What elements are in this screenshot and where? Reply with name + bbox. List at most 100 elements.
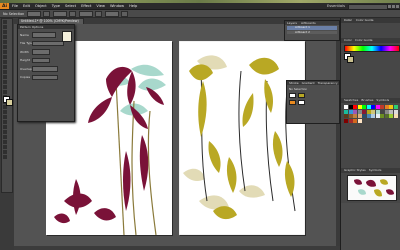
workspace-switcher[interactable]: Essentials — [327, 3, 345, 9]
stroke-weight-field[interactable] — [53, 10, 68, 17]
gradient-tool-icon[interactable] — [3, 115, 7, 119]
rectangle-tool-icon[interactable] — [3, 55, 7, 59]
color-swatch[interactable] — [357, 105, 362, 109]
selection-tool-icon[interactable] — [3, 20, 7, 24]
color-swatch[interactable] — [362, 105, 366, 109]
color-swatch[interactable] — [384, 114, 389, 118]
slice-tool-icon[interactable] — [3, 145, 7, 149]
color-swatch[interactable] — [393, 109, 398, 114]
color-swatch[interactable] — [375, 114, 380, 118]
stroke-color-swatch[interactable] — [6, 99, 13, 106]
tab-symbols[interactable]: Symbols — [376, 98, 389, 103]
artboard-2[interactable] — [179, 41, 305, 235]
color-swatch[interactable] — [344, 109, 348, 114]
preferences-icon[interactable] — [121, 10, 129, 17]
blend-tool-icon[interactable] — [3, 125, 7, 129]
tab-gradient[interactable]: Gradient — [302, 81, 315, 85]
stroke-chip[interactable] — [298, 93, 305, 98]
color-swatch[interactable] — [389, 105, 393, 109]
color-swatch[interactable] — [357, 118, 362, 123]
color-swatch[interactable] — [348, 105, 353, 109]
color-swatch[interactable] — [362, 109, 366, 114]
tile-type-dropdown[interactable] — [32, 40, 64, 46]
menu-window[interactable]: Window — [110, 4, 124, 8]
pen-tool-icon[interactable] — [3, 40, 7, 44]
color-swatch[interactable] — [375, 109, 380, 114]
color-swatch[interactable] — [348, 109, 353, 114]
color-swatch[interactable] — [380, 114, 384, 118]
tab-color-guide[interactable]: Color Guide — [355, 38, 373, 43]
rotate-tool-icon[interactable] — [3, 80, 7, 84]
type-tool-icon[interactable] — [3, 45, 7, 49]
document-setup-button[interactable] — [105, 10, 120, 17]
style-dropdown[interactable] — [79, 10, 94, 17]
color-swatch[interactable] — [348, 114, 353, 118]
copies-dropdown[interactable] — [32, 74, 58, 80]
artboard-row[interactable]: Artboard 2 — [287, 30, 337, 34]
artboard-tool-icon[interactable] — [3, 140, 7, 144]
opacity-chip[interactable] — [289, 100, 296, 105]
tab-color[interactable]: Color — [344, 18, 352, 23]
opacity-icon[interactable] — [95, 10, 103, 17]
color-swatch[interactable] — [384, 105, 389, 109]
stroke-icon[interactable] — [43, 10, 51, 17]
color-swatch[interactable] — [371, 109, 375, 114]
effect-chip[interactable] — [298, 100, 305, 105]
overlap-field[interactable] — [32, 66, 58, 72]
tab-stroke[interactable]: Stroke — [289, 81, 299, 85]
menu-type[interactable]: Type — [52, 4, 60, 8]
color-swatch[interactable] — [357, 109, 362, 114]
menu-edit[interactable]: Edit — [23, 4, 30, 8]
color-spectrum-bar[interactable] — [344, 45, 400, 52]
warp-tool-icon[interactable] — [3, 90, 7, 94]
pencil-tool-icon[interactable] — [3, 65, 7, 69]
fill-dropdown[interactable] — [27, 10, 42, 17]
tab-color-guide[interactable]: Color Guide — [356, 18, 374, 23]
tab-swatches[interactable]: Swatches — [344, 98, 358, 103]
menu-help[interactable]: Help — [129, 4, 137, 8]
zoom-tool-icon[interactable] — [3, 155, 7, 159]
color-swatch[interactable] — [366, 114, 371, 118]
symbol-preview[interactable] — [347, 175, 397, 201]
menu-view[interactable]: View — [96, 4, 105, 8]
paintbrush-tool-icon[interactable] — [3, 60, 7, 64]
color-swatch[interactable] — [353, 114, 357, 118]
lasso-tool-icon[interactable] — [3, 35, 7, 39]
direct-selection-tool-icon[interactable] — [3, 25, 7, 29]
eyedropper-tool-icon[interactable] — [3, 120, 7, 124]
height-field[interactable] — [32, 57, 50, 63]
tab-transparency[interactable]: Transparency — [318, 81, 338, 85]
color-swatch[interactable] — [344, 114, 348, 118]
color-swatch[interactable] — [353, 109, 357, 114]
hand-tool-icon[interactable] — [3, 150, 7, 154]
minimize-icon[interactable] — [388, 4, 391, 8]
fill-chip[interactable] — [289, 93, 296, 98]
color-swatch[interactable] — [393, 114, 398, 118]
search-input[interactable] — [348, 4, 388, 10]
color-swatch[interactable] — [371, 114, 375, 118]
scale-tool-icon[interactable] — [3, 85, 7, 89]
menu-effect[interactable]: Effect — [81, 4, 91, 8]
color-swatch[interactable] — [348, 118, 353, 123]
stroke-color-swatch[interactable] — [347, 56, 354, 63]
tab-symbols[interactable]: Symbols — [369, 168, 382, 173]
color-swatch[interactable] — [380, 105, 384, 109]
color-swatch[interactable] — [362, 114, 366, 118]
menu-file[interactable]: File — [12, 4, 18, 8]
color-swatch[interactable] — [384, 109, 389, 114]
close-icon[interactable] — [396, 4, 399, 8]
color-swatch[interactable] — [366, 109, 371, 114]
color-swatch[interactable] — [366, 105, 371, 109]
tab-color[interactable]: Color — [344, 38, 352, 43]
color-swatch[interactable] — [353, 105, 357, 109]
color-swatch[interactable] — [389, 114, 393, 118]
tab-graphic-styles[interactable]: Graphic Styles — [344, 168, 366, 173]
width-field[interactable] — [32, 49, 50, 55]
color-swatch[interactable] — [357, 114, 362, 118]
color-swatch[interactable] — [344, 105, 348, 109]
color-swatch[interactable] — [380, 109, 384, 114]
menu-select[interactable]: Select — [65, 4, 76, 8]
color-swatch[interactable] — [389, 109, 393, 114]
color-swatch[interactable] — [375, 105, 380, 109]
artboard-row[interactable]: Artboard 1 — [287, 25, 337, 30]
